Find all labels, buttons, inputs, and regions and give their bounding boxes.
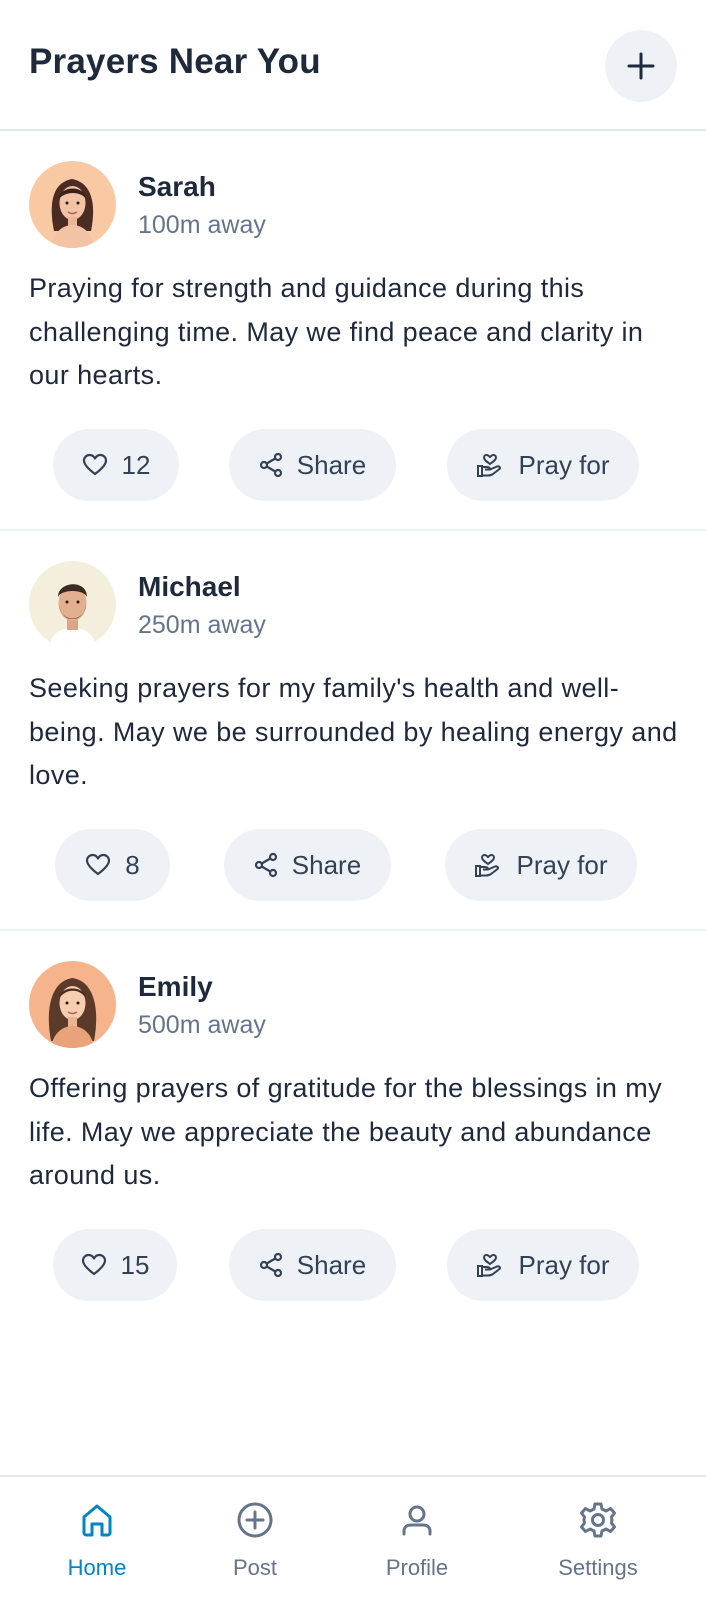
share-icon xyxy=(259,1252,282,1278)
share-icon xyxy=(259,452,282,478)
gear-icon xyxy=(580,1502,616,1538)
avatar[interactable] xyxy=(29,961,116,1048)
hand-heart-icon xyxy=(477,453,502,477)
distance-label: 100m away xyxy=(138,211,266,239)
heart-icon xyxy=(82,453,107,476)
prayer-text: Praying for strength and guidance during… xyxy=(29,273,644,390)
nav-profile[interactable]: Profile xyxy=(337,1499,497,1589)
prayer-card: Sarah 100m away Praying for strength and… xyxy=(0,131,706,531)
nav-label: Home xyxy=(67,1555,127,1580)
like-button[interactable]: 12 xyxy=(53,429,179,501)
home-icon xyxy=(82,1504,112,1537)
avatar[interactable] xyxy=(29,161,116,248)
user-name[interactable]: Emily xyxy=(138,971,213,1003)
user-name[interactable]: Michael xyxy=(138,571,241,603)
prayer-text: Offering prayers of gratitude for the bl… xyxy=(29,1073,662,1190)
distance-label: 250m away xyxy=(138,611,266,639)
hand-heart-icon xyxy=(477,1253,502,1277)
pray-for-button[interactable]: Pray for xyxy=(447,1229,639,1301)
bottom-nav: Home Post Profile Settings xyxy=(0,1475,706,1600)
nav-label: Post xyxy=(232,1555,278,1580)
like-count: 15 xyxy=(120,1249,150,1280)
heart-icon xyxy=(81,1253,106,1276)
action-bar: 12 Share Pray for xyxy=(0,429,706,501)
plus-circle-icon xyxy=(237,1502,273,1538)
distance-label: 500m away xyxy=(138,1011,266,1039)
share-button[interactable]: Share xyxy=(224,829,391,901)
nav-post[interactable]: Post xyxy=(175,1499,335,1589)
pray-for-button[interactable]: Pray for xyxy=(445,829,637,901)
share-label: Share xyxy=(296,449,367,480)
prayer-text: Seeking prayers for my family's health a… xyxy=(29,673,678,790)
share-label: Share xyxy=(291,849,362,880)
action-bar: 15 Share Pray for xyxy=(0,1229,706,1301)
pray-label: Pray for xyxy=(518,449,610,480)
nav-label: Settings xyxy=(558,1555,638,1580)
heart-icon xyxy=(86,853,111,876)
pray-label: Pray for xyxy=(516,849,608,880)
share-button[interactable]: Share xyxy=(229,1229,396,1301)
action-bar: 8 Share Pray for xyxy=(0,829,706,901)
prayer-card: Emily 500m away Offering prayers of grat… xyxy=(0,931,706,1331)
like-button[interactable]: 8 xyxy=(55,829,170,901)
nav-label: Profile xyxy=(385,1555,449,1580)
user-name[interactable]: Sarah xyxy=(138,171,216,203)
user-icon xyxy=(402,1505,432,1536)
hand-heart-icon xyxy=(475,853,500,877)
nav-home[interactable]: Home xyxy=(17,1499,177,1589)
nav-settings[interactable]: Settings xyxy=(518,1499,678,1589)
plus-icon xyxy=(627,52,655,80)
app-header: Prayers Near You xyxy=(0,0,706,131)
pray-for-button[interactable]: Pray for xyxy=(447,429,639,501)
share-button[interactable]: Share xyxy=(229,429,396,501)
like-count: 12 xyxy=(121,449,151,480)
page-title: Prayers Near You xyxy=(29,42,321,81)
pray-label: Pray for xyxy=(518,1249,610,1280)
share-label: Share xyxy=(296,1249,367,1280)
like-button[interactable]: 15 xyxy=(53,1229,177,1301)
prayer-feed: Sarah 100m away Praying for strength and… xyxy=(0,131,706,1331)
like-count: 8 xyxy=(125,849,140,880)
prayer-card: Michael 250m away Seeking prayers for my… xyxy=(0,531,706,931)
add-prayer-button[interactable] xyxy=(605,30,677,102)
share-icon xyxy=(254,852,277,878)
avatar[interactable] xyxy=(29,561,116,648)
